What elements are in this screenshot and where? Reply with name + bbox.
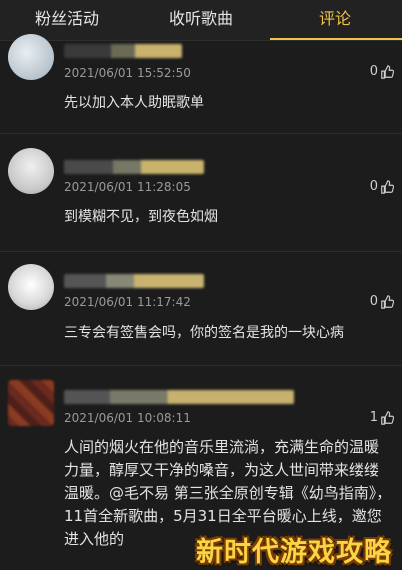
comment-item: 2021/06/01 11:28:05 0 到模糊不见，到夜色如烟: [0, 134, 402, 250]
avatar[interactable]: [8, 148, 54, 194]
like-button[interactable]: 1: [370, 410, 394, 425]
like-count: 0: [369, 294, 378, 309]
avatar[interactable]: [8, 34, 54, 80]
like-button[interactable]: 0: [370, 294, 394, 309]
comment-time: 2021/06/01 10:08:11: [64, 411, 191, 425]
tab-listened-songs[interactable]: 收听歌曲: [134, 0, 268, 40]
comment-time: 2021/06/01 15:52:50: [64, 66, 191, 80]
comment-time: 2021/06/01 11:28:05: [64, 180, 191, 194]
tab-bar: 粉丝活动 收听歌曲 评论: [0, 0, 402, 41]
tab-fan-activity[interactable]: 粉丝活动: [0, 0, 134, 40]
thumbs-up-icon: [381, 64, 394, 79]
like-count: 0: [369, 64, 378, 79]
username-blurred[interactable]: [64, 390, 294, 404]
thumbs-up-icon: [381, 179, 394, 194]
comment-text: 三专会有签售会吗，你的签名是我的一块心病: [64, 325, 344, 341]
username-blurred[interactable]: [64, 274, 204, 288]
avatar[interactable]: [8, 380, 54, 426]
watermark: 新时代游戏攻略: [196, 537, 392, 568]
tab-comments[interactable]: 评论: [268, 0, 402, 40]
comment-text: 到模糊不见，到夜色如烟: [64, 209, 218, 225]
like-button[interactable]: 0: [370, 64, 394, 79]
thumbs-up-icon: [381, 294, 394, 309]
thumbs-up-icon: [381, 410, 394, 425]
username-blurred[interactable]: [64, 160, 204, 174]
avatar[interactable]: [8, 264, 54, 310]
like-count: 0: [369, 179, 378, 194]
comment-text: 先以加入本人助眠歌单: [64, 95, 204, 111]
like-button[interactable]: 0: [370, 179, 394, 194]
username-blurred[interactable]: [64, 44, 182, 58]
comment-time: 2021/06/01 11:17:42: [64, 295, 191, 309]
like-count: 1: [369, 410, 378, 425]
comment-item: 2021/06/01 15:52:50 0 先以加入本人助眠歌单: [0, 34, 402, 132]
comment-item: 2021/06/01 11:17:42 0 三专会有签售会吗，你的签名是我的一块…: [0, 252, 402, 364]
